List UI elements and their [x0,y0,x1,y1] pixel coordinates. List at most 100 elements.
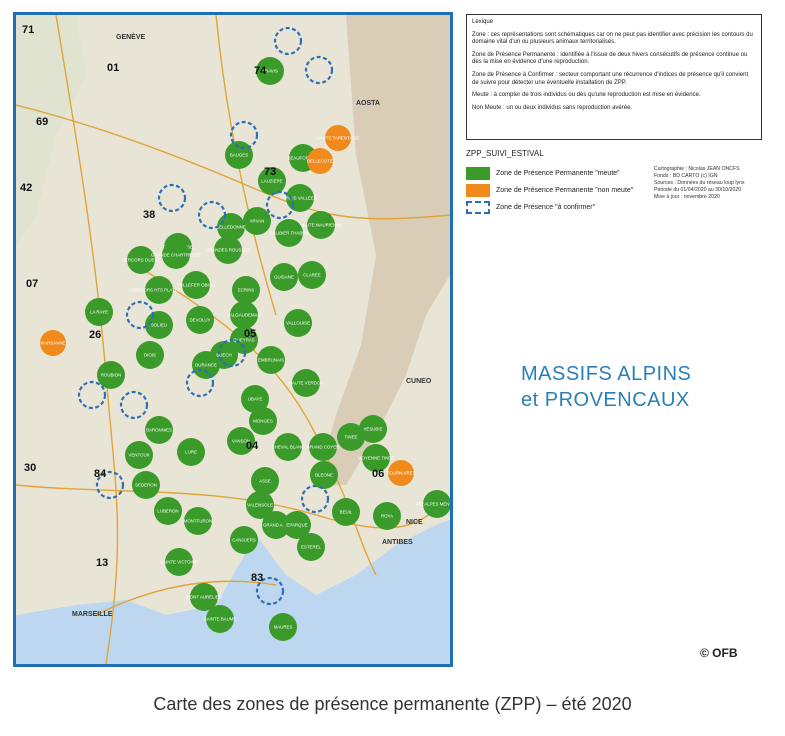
zone-label: TOURNAIRET [387,471,416,476]
zone-label: HAUTE VERDON [289,381,324,386]
zone-label: ASSE [259,479,271,484]
department-number: 73 [264,166,276,178]
credit-line: Mise à jour : novembre 2020 [654,194,720,200]
zone-label: MARSANNE [41,341,66,346]
department-number: 69 [36,116,48,128]
department-number: 26 [89,329,101,341]
zone-label: VALGAUDEMAR [227,313,260,318]
lexique-non-meute: Non Meute : un ou deux individus sans re… [472,104,633,111]
credit-line: Sources : Données du réseau loup lynx [654,180,745,186]
zone-label: VENTOUX [128,453,149,458]
department-number: 71 [22,24,34,36]
department-number: 42 [20,182,32,194]
zone-label: BELLEDONNE [216,225,246,230]
department-number: 84 [94,468,107,480]
department-number: 06 [372,468,384,480]
copyright-label: © OFB [700,646,738,660]
zone-label: TROIS VALLEES [283,196,317,201]
image-caption: Carte des zones de présence permanente (… [153,694,632,714]
department-number: 01 [107,62,119,74]
map-title-line2: et PROVENCAUX [521,389,690,411]
zone-label: VERCORS OUEST [122,258,160,263]
credit-line: Période du 01/04/2020 au 30/10/2020 [654,187,742,193]
zone-label: ROYA [381,514,393,519]
zone-label: TINEE [345,435,358,440]
zone-label: MOYENNE TINEE [358,456,394,461]
zone-label: LURE [185,450,197,455]
zone-label: BEUIL [340,510,353,515]
zone-label: HAUTE TARENTAISE [317,136,360,141]
place-name: NICE [406,519,423,526]
department-number: 05 [244,328,256,340]
legend-title: ZPP_SUIVI_ESTIVAL [466,149,544,158]
lexique-zpp: Zone de Présence Permanente : identifiée… [472,51,748,66]
department-number: 04 [246,440,259,452]
zone-label: DIOIS [144,353,156,358]
department-number: 13 [96,557,108,569]
zone-label: GRANDE CHARTREUSE [151,253,201,258]
zone-label: DEVOLUY [190,318,211,323]
legend-swatch-meute [466,167,490,180]
lexique-box: Lexique Zone : ces représentations sont … [466,14,762,140]
zone-label: CANJUERS [232,538,256,543]
zone-label: MONTFURON [184,519,213,524]
zone-label: SEDERON [135,483,157,488]
zone-label: BELLECOTE [307,159,333,164]
zone-label: TAILLEFER OBIOU [177,283,215,288]
place-name: GENÈVE [116,32,146,41]
zone-label: UBAYE [248,397,263,402]
zone-label: ARVAN [250,219,265,224]
department-number: 30 [24,462,36,474]
zone-label: GRANDES ROUSSES [206,248,250,253]
zone-label: PREALPES MENTON [415,502,450,507]
lexique-zone: Zone : ces représentations sont schémati… [472,31,753,46]
department-number: 83 [251,572,263,584]
legend-item-confirm: Zone de Présence "à confirmer" [466,201,595,214]
map-panel[interactable]: ARAVIS BEAUFORTAIN LAUZIERE TROIS VALLEES HA… [13,12,453,667]
zone-label: SAINTE BAUME [204,617,237,622]
zone-label: ECRINS [238,288,255,293]
zone-label: VALLOUISE [286,321,310,326]
legend-item-meute: Zone de Présence Permanente "meute" [466,167,620,180]
zone-label: DURANCE [195,363,217,368]
lexique-zpc: Zone de Présence à Confirmer : secteur c… [472,71,749,86]
zone-label: BARONNIES [146,428,172,433]
legend-label-meute: Zone de Présence Permanente "meute" [496,170,620,177]
legend-label-confirm: Zone de Présence "à confirmer" [496,204,596,211]
place-name: ANTIBES [382,539,413,546]
legend-item-non-meute: Zone de Présence Permanente "non meute" [466,184,633,197]
legend-swatch-non-meute [466,184,490,197]
credit-line: Fonds : BD CARTO (c) IGN [654,173,718,179]
place-name: MARSEILLE [72,611,113,618]
place-name: CUNEO [406,378,432,385]
zone-label: VERCORS HTS PLATEAUX [131,288,187,293]
lexique-heading: Lexique [472,19,494,25]
zone-label: CLAREE [303,273,321,278]
zone-label: GALIBIER THABOR [269,231,309,236]
department-number: 07 [26,278,38,290]
map-canvas[interactable]: ARAVISBEAUFORTAINLAUZIERETROIS VALLEESHA… [16,15,450,664]
map-title: MASSIFS ALPINS et PROVENCAUX [521,361,691,413]
zone-label: SOLIEU [151,323,167,328]
zone-label: EMBRUNAIS [258,358,284,363]
legend-swatch-confirm [466,201,490,214]
place-name: AOSTA [356,100,380,107]
zone-label: CHEVAL BLANC [272,445,305,450]
department-number: 74 [254,65,267,77]
lexique-meute: Meute : à compter de trois individus ou … [472,92,701,99]
zone-label: LUBERON [157,509,178,514]
credits-block: Cartographie : Nicolas JEAN ONCFS Fonds … [654,166,745,201]
zone-label: BLEONE [315,473,333,478]
zone-label: GRAND COYER [307,445,340,450]
zone-label: GUISANE [274,275,294,280]
zone-label: LAUZIERE [261,179,283,184]
zone-label: SAINTE VICTOIRE [160,560,198,565]
zone-label: EPARQUE [286,523,307,528]
zone-label: VESUBIE [363,427,382,432]
legend-label-non-meute: Zone de Présence Permanente "non meute" [496,187,634,194]
zone-label: VALENSOLE [247,503,273,508]
zone-label: BAUGES [230,153,248,158]
zone-label: MONT AURELIEN [186,595,222,600]
zone-label: LA RAYE [90,310,108,315]
zone-label: MAURES [274,625,293,630]
